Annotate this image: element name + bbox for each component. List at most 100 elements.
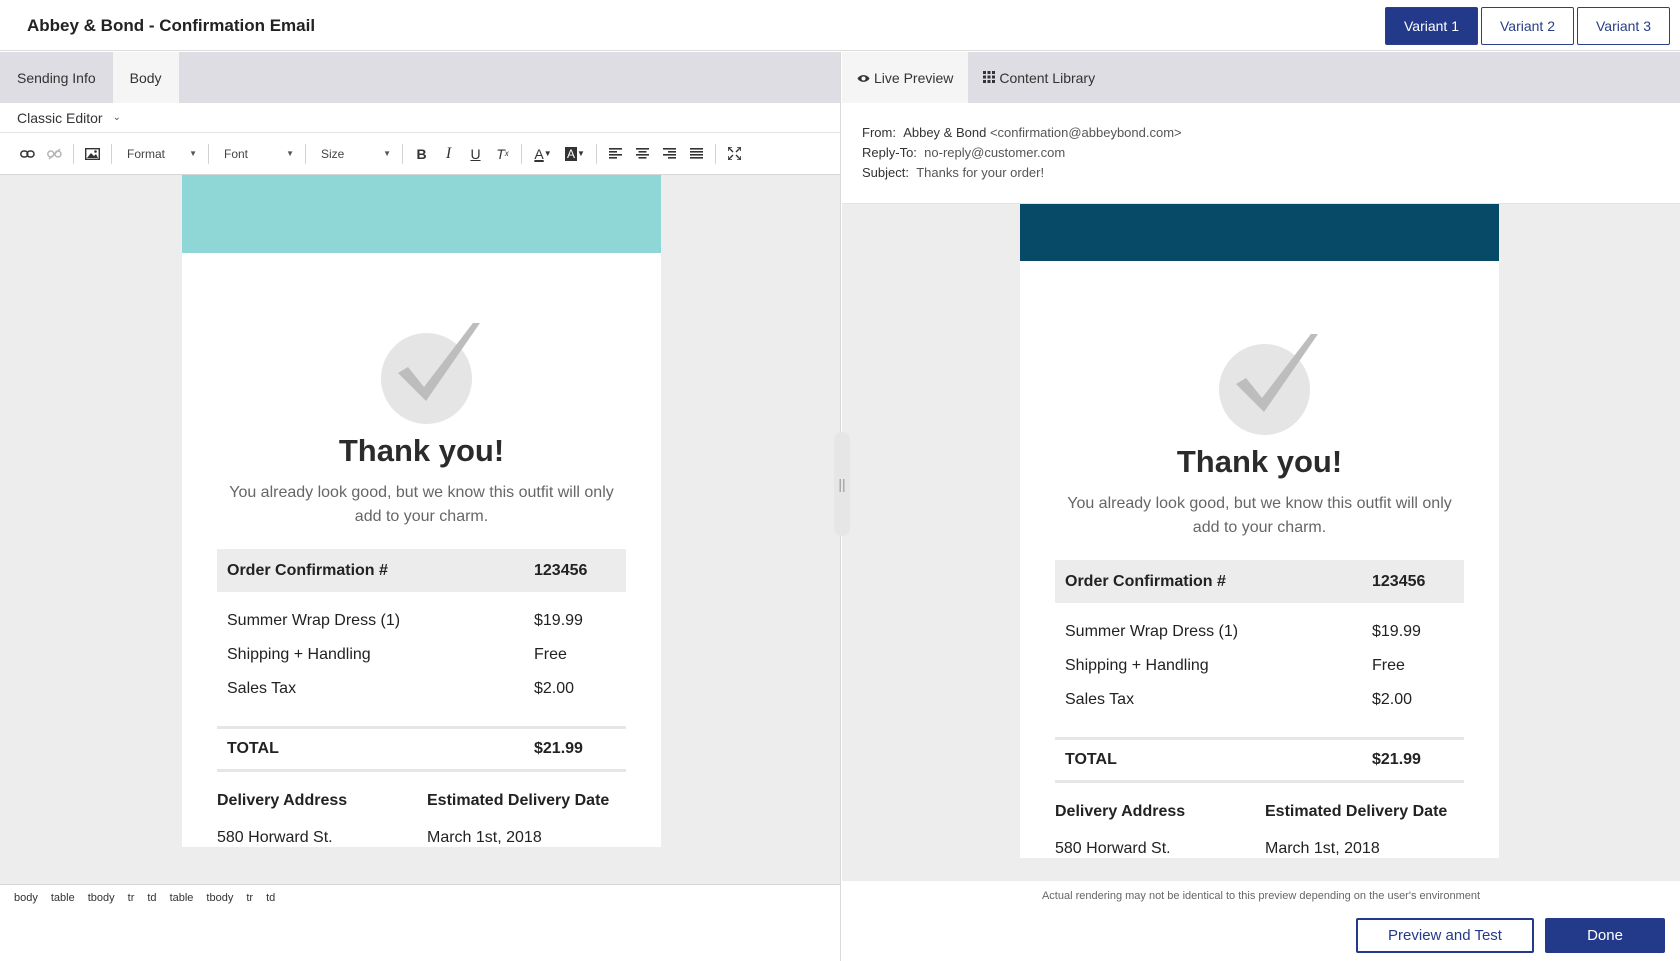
pane-resize-handle[interactable]: ||	[834, 432, 850, 536]
estimated-delivery-label: Estimated Delivery Date	[427, 792, 610, 809]
item-name: Summer Wrap Dress (1)	[227, 612, 401, 629]
image-icon[interactable]	[79, 142, 106, 166]
subject-label: Subject:	[862, 165, 909, 180]
email-header-band	[1020, 204, 1499, 261]
format-label: Format	[127, 146, 166, 161]
email-body-preview: Thank you! You already look good, but we…	[1020, 204, 1499, 858]
order-table: Order Confirmation # 123456 Summer Wrap …	[217, 549, 626, 772]
footer-left	[0, 911, 841, 961]
tab-label: Content Library	[999, 69, 1096, 86]
done-button[interactable]: Done	[1545, 918, 1665, 953]
caret-down-icon: ▼	[383, 149, 391, 158]
link-icon[interactable]	[14, 142, 41, 166]
caret-down-icon: ▼	[286, 149, 294, 158]
path-item[interactable]: tbody	[88, 892, 115, 904]
from-name: Abbey & Bond	[903, 125, 987, 140]
path-item[interactable]: tbody	[206, 892, 233, 904]
variant-1-button[interactable]: Variant 1	[1385, 7, 1478, 45]
toolbar-divider	[111, 143, 112, 164]
tab-body[interactable]: Body	[112, 52, 179, 103]
path-item[interactable]: tr	[128, 892, 135, 904]
rendering-disclaimer: Actual rendering may not be identical to…	[842, 881, 1680, 911]
estimated-delivery-value: March 1st, 2018	[1265, 840, 1380, 857]
editor-tabs: Sending Info Body	[0, 52, 840, 103]
email-content: Thank you! You already look good, but we…	[182, 323, 661, 847]
unlink-icon[interactable]	[41, 142, 68, 166]
chevron-down-icon: ⌄	[112, 112, 121, 123]
thank-you-message: You already look good, but we know this …	[229, 484, 614, 525]
table-row: Summer Wrap Dress (1) $19.99	[217, 604, 626, 638]
total-row: TOTAL $21.99	[1055, 737, 1464, 783]
subject-line: Subject: Thanks for your order!	[862, 163, 1660, 183]
order-table: Order Confirmation # 123456 Summer Wrap …	[1055, 560, 1464, 783]
checkmark-icon	[372, 323, 480, 424]
item-value: $19.99	[534, 612, 583, 629]
variant-3-button[interactable]: Variant 3	[1577, 7, 1670, 45]
element-path: body table tbody tr td table tbody tr td	[0, 884, 840, 911]
path-item[interactable]: table	[51, 892, 75, 904]
clear-format-icon[interactable]: Tx	[489, 142, 516, 166]
preview-pane: Live Preview Content Library From: Abbey…	[842, 52, 1680, 911]
align-left-icon[interactable]	[602, 142, 629, 166]
from-label: From:	[862, 125, 896, 140]
table-row: Sales Tax $2.00	[1055, 683, 1464, 717]
item-name: Sales Tax	[1065, 691, 1135, 708]
item-name: Sales Tax	[227, 680, 297, 697]
variant-2-button[interactable]: Variant 2	[1481, 7, 1574, 45]
font-dropdown[interactable]: Font ▼	[214, 142, 300, 166]
underline-icon[interactable]: U	[462, 142, 489, 166]
page-title: Abbey & Bond - Confirmation Email	[27, 16, 316, 35]
tab-live-preview[interactable]: Live Preview	[842, 52, 969, 103]
path-item[interactable]: table	[170, 892, 194, 904]
total-value: $21.99	[534, 740, 583, 757]
reply-to-line: Reply-To: no-reply@customer.com	[862, 143, 1660, 163]
item-name: Summer Wrap Dress (1)	[1065, 623, 1239, 640]
from-line: From: Abbey & Bond <confirmation@abbeybo…	[862, 123, 1660, 143]
variant-switcher: Variant 1 Variant 2 Variant 3	[1385, 7, 1670, 45]
editor-toolbar: Format ▼ Font ▼ Size ▼ B I U Tx A ▼ A ▼	[0, 133, 840, 175]
delivery-info: Delivery Address 580 Horward St. Estimat…	[1055, 803, 1464, 858]
delivery-address-label: Delivery Address	[1055, 803, 1186, 820]
item-name: Shipping + Handling	[227, 646, 371, 663]
text-color-icon[interactable]: A ▼	[527, 142, 559, 166]
path-item[interactable]: tr	[246, 892, 253, 904]
size-dropdown[interactable]: Size ▼	[311, 142, 397, 166]
table-row: Summer Wrap Dress (1) $19.99	[1055, 615, 1464, 649]
toolbar-divider	[521, 143, 522, 164]
path-item[interactable]: td	[147, 892, 156, 904]
italic-icon[interactable]: I	[435, 142, 462, 166]
tab-content-library[interactable]: Content Library	[968, 52, 1110, 103]
editor-canvas[interactable]: Thank you! You already look good, but we…	[0, 175, 840, 884]
item-value: $2.00	[534, 680, 575, 697]
bg-color-icon[interactable]: A ▼	[559, 142, 591, 166]
tab-sending-info[interactable]: Sending Info	[0, 52, 113, 103]
toolbar-divider	[305, 143, 306, 164]
toolbar-divider	[402, 143, 403, 164]
path-item[interactable]: td	[266, 892, 275, 904]
preview-and-test-button[interactable]: Preview and Test	[1356, 918, 1534, 953]
toolbar-divider	[208, 143, 209, 164]
item-value: Free	[534, 646, 567, 663]
thank-you-heading: Thank you!	[1176, 444, 1343, 479]
format-dropdown[interactable]: Format ▼	[117, 142, 203, 166]
delivery-address-label: Delivery Address	[217, 792, 348, 809]
size-label: Size	[321, 146, 345, 161]
order-number: 123456	[1372, 572, 1426, 590]
align-center-icon[interactable]	[629, 142, 656, 166]
editor-mode-dropdown[interactable]: Classic Editor ⌄	[0, 103, 840, 133]
justify-icon[interactable]	[683, 142, 710, 166]
maximize-icon[interactable]	[721, 142, 748, 166]
align-right-icon[interactable]	[656, 142, 683, 166]
from-email: <confirmation@abbeybond.com>	[989, 125, 1182, 140]
thank-you-message: You already look good, but we know this …	[1067, 495, 1452, 536]
item-name: Shipping + Handling	[1065, 657, 1209, 674]
email-headers: From: Abbey & Bond <confirmation@abbeybo…	[842, 103, 1680, 204]
email-header-band	[182, 175, 661, 253]
preview-tabs: Live Preview Content Library	[842, 52, 1680, 103]
order-header-row: Order Confirmation # 123456	[217, 549, 626, 592]
bold-icon[interactable]: B	[408, 142, 435, 166]
order-header-row: Order Confirmation # 123456	[1055, 560, 1464, 603]
path-item[interactable]: body	[14, 892, 38, 904]
total-value: $21.99	[1372, 751, 1421, 768]
total-label: TOTAL	[227, 740, 279, 757]
